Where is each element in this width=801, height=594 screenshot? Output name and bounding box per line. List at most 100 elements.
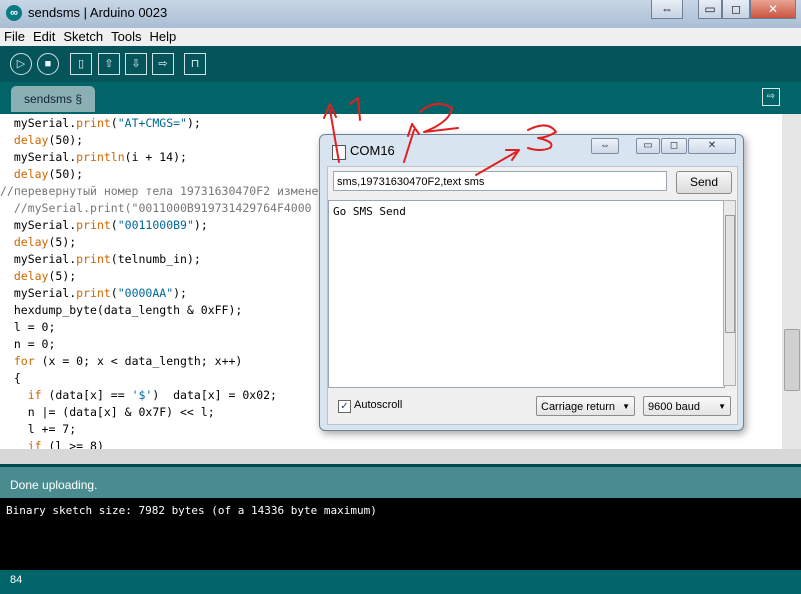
code-token: ( — [110, 116, 118, 130]
code-line: { — [0, 370, 21, 387]
code-token: if — [27, 439, 42, 449]
serial-minimize-button[interactable]: ▭ — [636, 138, 660, 154]
code-line: delay(50); — [0, 166, 83, 183]
line-ending-value: Carriage return — [541, 401, 615, 413]
close-button[interactable]: ✕ — [750, 0, 796, 19]
tab-sendsms[interactable]: sendsms § — [11, 86, 95, 112]
code-token: for — [13, 354, 35, 368]
code-line: delay(5); — [0, 234, 76, 251]
menu-edit[interactable]: Edit — [29, 28, 59, 44]
code-token: n = 0; — [0, 337, 56, 351]
status-message: Done uploading. — [10, 478, 98, 492]
code-line: mySerial.print("AT+CMGS="); — [0, 115, 201, 132]
line-number-bar: 84 — [0, 570, 801, 594]
serial-close-button[interactable]: ✕ — [688, 138, 736, 154]
restore-icon[interactable]: ⇔ — [591, 138, 619, 154]
code-token: mySerial. — [0, 218, 77, 232]
serial-monitor-icon[interactable]: ⊓ — [184, 53, 206, 75]
code-line: mySerial.print("0000AA"); — [0, 285, 187, 302]
save-icon[interactable]: ⇩ — [125, 53, 147, 75]
code-token: ); — [186, 116, 201, 130]
code-token: mySerial. — [0, 116, 77, 130]
chevron-down-icon: ▼ — [622, 402, 630, 411]
code-line: mySerial.print(telnumb_in); — [0, 251, 201, 268]
scrollbar-thumb[interactable] — [784, 329, 800, 391]
line-number: 84 — [10, 574, 23, 586]
minimize-button[interactable]: ▭ — [698, 0, 722, 19]
code-token: ) data[x] = 0x02; — [152, 388, 277, 402]
code-line: //mySerial.print("0011000B919731429764F4… — [0, 200, 312, 217]
new-icon[interactable]: ▯ — [70, 53, 92, 75]
baud-rate-dropdown[interactable]: 9600 baud ▼ — [643, 396, 731, 416]
menu-sketch[interactable]: Sketch — [59, 28, 107, 44]
serial-monitor-window: COM16 ⇔ ▭ ◻ ✕ sms,19731630470F2,text sms… — [319, 134, 744, 431]
code-token: //mySerial.print("0011000B919731429764F4… — [0, 201, 312, 215]
code-line: if (l >= 8) — [0, 438, 104, 449]
serial-output-scrollbar[interactable] — [723, 200, 736, 386]
code-token: mySerial. — [0, 150, 77, 164]
restore-icon[interactable]: ⇔ — [651, 0, 683, 19]
maximize-button[interactable]: ◻ — [722, 0, 750, 19]
code-token: hexdump_byte(data_length & 0xFF); — [0, 303, 243, 317]
code-line: //перевернутый номер тела 19731630470F2 … — [0, 183, 319, 200]
menu-file[interactable]: File — [0, 28, 29, 44]
line-ending-dropdown[interactable]: Carriage return ▼ — [536, 396, 635, 416]
toolbar: ▷ ■ ▯ ⇧ ⇩ ⇨ ⊓ — [0, 46, 801, 82]
code-token: print — [76, 286, 111, 300]
code-line: delay(5); — [0, 268, 76, 285]
code-token: (x = 0; x < data_length; x++) — [34, 354, 243, 368]
verify-icon[interactable]: ▷ — [10, 53, 32, 75]
code-token: l += 7; — [0, 422, 77, 436]
code-token: (i + 14); — [124, 150, 187, 164]
autoscroll-checkbox[interactable]: ✓ — [338, 400, 351, 413]
code-line: n = 0; — [0, 336, 56, 353]
code-token: ( — [110, 218, 118, 232]
code-token: (50); — [48, 167, 84, 181]
send-button[interactable]: Send — [676, 171, 732, 194]
code-token: delay — [13, 269, 49, 283]
code-token: (l >= 8) — [41, 439, 104, 449]
editor-horizontal-scrollbar[interactable] — [0, 449, 801, 464]
code-token: ); — [173, 286, 187, 300]
code-token: l = 0; — [0, 320, 56, 334]
code-token: (telnumb_in); — [110, 252, 201, 266]
code-token: "AT+CMGS=" — [117, 116, 187, 130]
baud-rate-value: 9600 baud — [648, 401, 700, 413]
code-token: print — [76, 116, 111, 130]
code-token: if — [27, 388, 42, 402]
arduino-logo-icon: ∞ — [6, 5, 22, 21]
code-token: (data[x] == — [41, 388, 132, 402]
code-token: mySerial. — [0, 252, 77, 266]
chevron-down-icon: ▼ — [718, 402, 726, 411]
menu-help[interactable]: Help — [145, 28, 180, 44]
menu-tools[interactable]: Tools — [107, 28, 145, 44]
code-token: print — [76, 252, 111, 266]
code-token: delay — [13, 235, 49, 249]
code-line: for (x = 0; x < data_length; x++) — [0, 353, 243, 370]
autoscroll-label: Autoscroll — [354, 399, 403, 411]
code-token: (5); — [48, 235, 77, 249]
code-token: '$' — [131, 388, 153, 402]
code-token: mySerial. — [0, 286, 77, 300]
tab-menu-icon[interactable]: ⇨ — [762, 88, 780, 106]
serial-send-input[interactable]: sms,19731630470F2,text sms — [333, 171, 667, 191]
scrollbar-thumb[interactable] — [725, 215, 735, 333]
window-icon — [332, 145, 346, 160]
code-line: if (data[x] == '$') data[x] = 0x02; — [0, 387, 277, 404]
editor-vertical-scrollbar[interactable] — [782, 114, 801, 449]
upload-icon[interactable]: ⇨ — [152, 53, 174, 75]
code-line: l += 7; — [0, 421, 76, 438]
code-line: hexdump_byte(data_length & 0xFF); — [0, 302, 242, 319]
code-token: //перевернутый номер тела 19731630470F2 … — [0, 184, 319, 198]
console-output: Binary sketch size: 7982 bytes (of a 143… — [0, 498, 801, 570]
stop-icon[interactable]: ■ — [37, 53, 59, 75]
code-token: { — [0, 371, 21, 385]
code-token: ( — [110, 286, 118, 300]
open-icon[interactable]: ⇧ — [98, 53, 120, 75]
serial-maximize-button[interactable]: ◻ — [661, 138, 687, 154]
